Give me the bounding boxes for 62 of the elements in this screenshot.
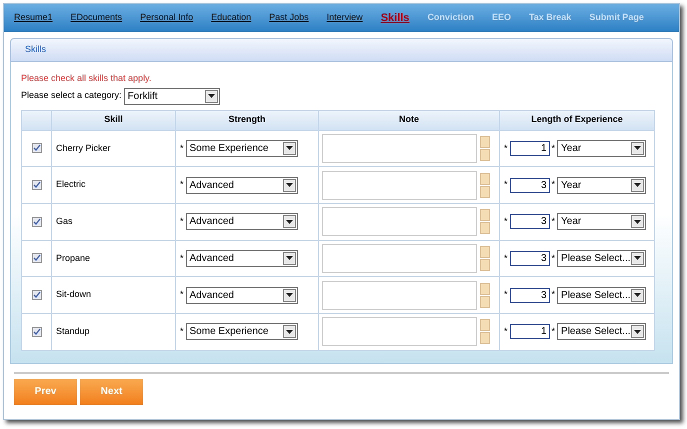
unit-dropdown[interactable]: Please Select... [557, 250, 646, 267]
strength-dropdown[interactable]: Some Experience [186, 323, 298, 340]
amount-field[interactable]: 3 [510, 288, 550, 303]
required-mark: * [552, 214, 556, 228]
strength-dropdown[interactable]: Advanced [186, 286, 298, 304]
nav-tab[interactable]: Interview [326, 11, 363, 25]
required-mark: * [180, 214, 184, 228]
required-mark: * [180, 288, 184, 302]
required-mark: * [552, 178, 556, 192]
required-mark: * [552, 142, 556, 155]
amount-field[interactable]: 1 [510, 324, 550, 340]
skill-cell: Electric [52, 166, 176, 204]
unit-dropdown[interactable]: Year [557, 176, 646, 194]
required-mark: * [504, 288, 508, 302]
panel-title: Skills [25, 43, 46, 56]
column-header: Note [318, 110, 500, 130]
skill-checkbox[interactable] [32, 290, 42, 300]
unit-dropdown[interactable]: Year [557, 213, 646, 230]
skill-cell: Gas [52, 203, 176, 240]
amount-field[interactable]: 3 [510, 178, 550, 193]
nav-tab[interactable]: Resume1 [14, 11, 53, 25]
required-mark: * [552, 252, 556, 265]
skill-checkbox[interactable] [32, 326, 42, 337]
unit-dropdown[interactable]: Please Select... [557, 323, 646, 340]
amount-field[interactable]: 3 [510, 250, 550, 266]
required-mark: * [180, 325, 184, 338]
strength-dropdown[interactable]: Some Experience [186, 140, 298, 157]
category-label: Please select a category: [21, 89, 122, 102]
skill-cell: Standup [52, 313, 176, 350]
skill-cell: Propane [52, 240, 176, 277]
skill-checkbox[interactable] [32, 143, 42, 154]
column-header: Length of Experience [500, 110, 654, 130]
column-header: Strength [176, 110, 318, 130]
skill-cell: Cherry Picker [52, 130, 176, 167]
nav-tab[interactable]: Personal Info [140, 11, 194, 25]
required-mark: * [180, 178, 184, 192]
nav-tab[interactable]: Education [211, 11, 252, 25]
required-mark: * [552, 288, 556, 302]
amount-field[interactable]: 3 [510, 214, 550, 230]
required-mark: * [504, 252, 508, 265]
required-mark: * [180, 142, 184, 155]
strength-dropdown[interactable]: Advanced [186, 213, 298, 230]
required-mark: * [552, 325, 556, 338]
unit-dropdown[interactable]: Year [557, 140, 646, 157]
instruction-text: Please check all skills that apply. [21, 72, 152, 85]
required-mark: * [504, 142, 508, 155]
strength-dropdown[interactable]: Advanced [186, 176, 298, 194]
skill-cell: Sit-down [52, 276, 176, 314]
unit-dropdown[interactable]: Please Select... [557, 286, 646, 304]
required-mark: * [504, 178, 508, 192]
column-header: Skill [52, 110, 176, 130]
skill-checkbox[interactable] [32, 216, 42, 227]
required-mark: * [504, 325, 508, 338]
required-mark: * [180, 252, 184, 265]
required-mark: * [504, 214, 508, 228]
nav-tab[interactable]: EDocuments [70, 11, 122, 25]
skill-checkbox[interactable] [32, 180, 42, 190]
amount-field[interactable]: 1 [510, 140, 550, 156]
nav-tab[interactable]: Past Jobs [269, 11, 309, 25]
skill-checkbox[interactable] [32, 253, 42, 264]
category-dropdown[interactable]: Forklift [124, 88, 220, 104]
strength-dropdown[interactable]: Advanced [186, 250, 298, 267]
